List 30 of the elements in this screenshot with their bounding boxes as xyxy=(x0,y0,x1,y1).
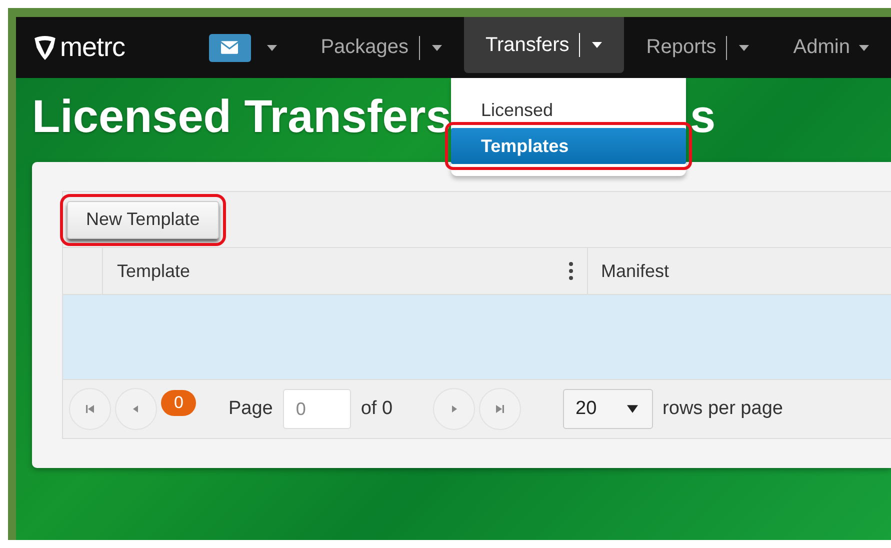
nav-link[interactable]: Packages xyxy=(320,36,409,59)
logo[interactable]: metrc xyxy=(32,32,182,63)
count-badge: 0 xyxy=(161,390,196,416)
caret-icon[interactable] xyxy=(739,44,750,50)
mail-button[interactable] xyxy=(208,34,251,62)
page-count: of 0 xyxy=(360,398,393,420)
page-title: s xyxy=(690,93,716,139)
page-size-select[interactable]: 20 xyxy=(562,389,653,429)
caret-icon[interactable] xyxy=(266,44,277,50)
caret-icon[interactable] xyxy=(432,44,442,50)
menu-item[interactable]: Templates xyxy=(451,128,686,164)
page-input[interactable]: 0 xyxy=(282,389,351,429)
nav-link[interactable]: Transfers xyxy=(486,34,570,56)
menu-item[interactable]: Licensed xyxy=(451,92,686,128)
page-title: Licensed Transfers xyxy=(32,89,452,139)
nav-link[interactable]: Reports xyxy=(646,36,716,59)
nav-link[interactable]: Admin xyxy=(793,36,850,59)
page-label: Page xyxy=(228,398,273,420)
column-header[interactable]: Template xyxy=(103,248,588,294)
nav-menu-active[interactable]: Transfers xyxy=(464,17,624,73)
caret-icon xyxy=(626,405,638,413)
left-triangle-icon xyxy=(131,404,141,414)
rows-label: rows per page xyxy=(662,398,783,420)
envelope-icon xyxy=(221,41,238,54)
skip-forward-icon xyxy=(494,404,505,414)
skip-back-icon xyxy=(85,404,95,414)
caret-icon[interactable] xyxy=(592,42,602,48)
caret-icon[interactable] xyxy=(859,44,869,50)
column-header[interactable]: Manifest xyxy=(588,248,891,294)
column-menu-icon[interactable] xyxy=(569,262,573,280)
